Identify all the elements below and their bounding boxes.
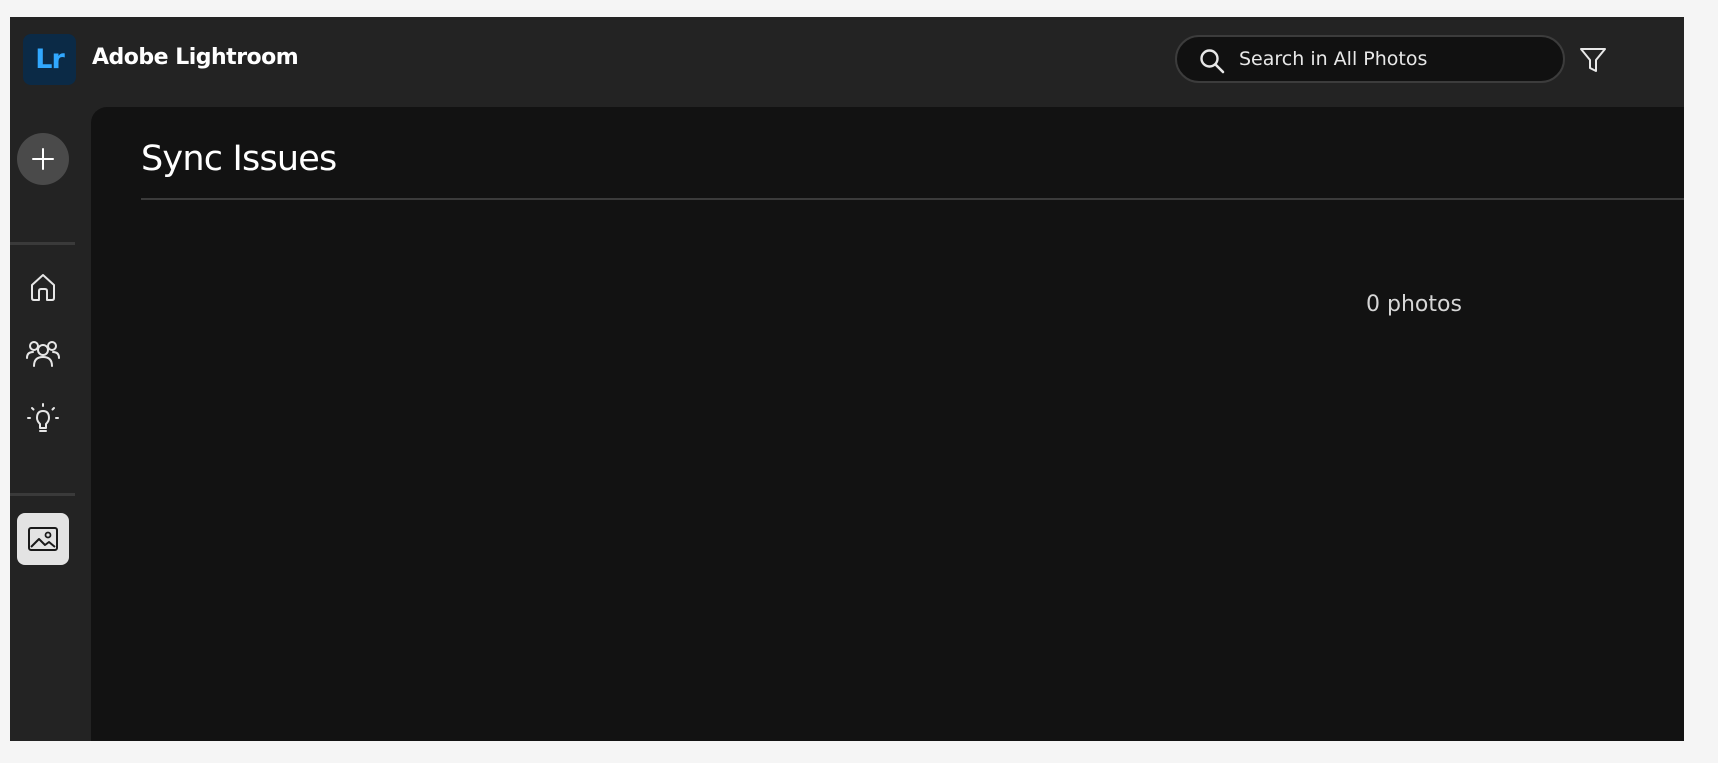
page-title: Sync Issues — [141, 139, 337, 179]
search-icon — [1200, 49, 1225, 74]
photos-icon — [28, 527, 58, 551]
add-photos-button[interactable] — [17, 133, 69, 185]
main-content: Sync Issues 0 photos — [91, 107, 1684, 741]
top-bar: Lr Adobe Lightroom — [10, 17, 1684, 107]
home-button[interactable] — [17, 261, 69, 313]
left-rail — [10, 107, 90, 741]
search-box[interactable] — [1175, 35, 1565, 83]
filter-icon[interactable] — [1578, 45, 1608, 75]
title-divider — [141, 198, 1684, 200]
app-window: Lr Adobe Lightroom Search in All Photos … — [10, 17, 1684, 741]
learn-button[interactable] — [17, 393, 69, 445]
home-icon — [31, 274, 55, 301]
lightbulb-icon — [27, 403, 59, 432]
rail-divider — [10, 242, 75, 245]
plus-icon — [32, 148, 54, 170]
app-title: Adobe Lightroom — [92, 45, 299, 70]
photo-count: 0 photos — [1366, 292, 1462, 317]
shared-button[interactable] — [17, 327, 69, 379]
search-input[interactable] — [1239, 37, 1549, 81]
my-photos-button[interactable] — [17, 513, 69, 565]
lightroom-logo[interactable]: Lr — [23, 34, 76, 85]
people-icon — [26, 341, 60, 367]
rail-divider — [10, 493, 75, 496]
